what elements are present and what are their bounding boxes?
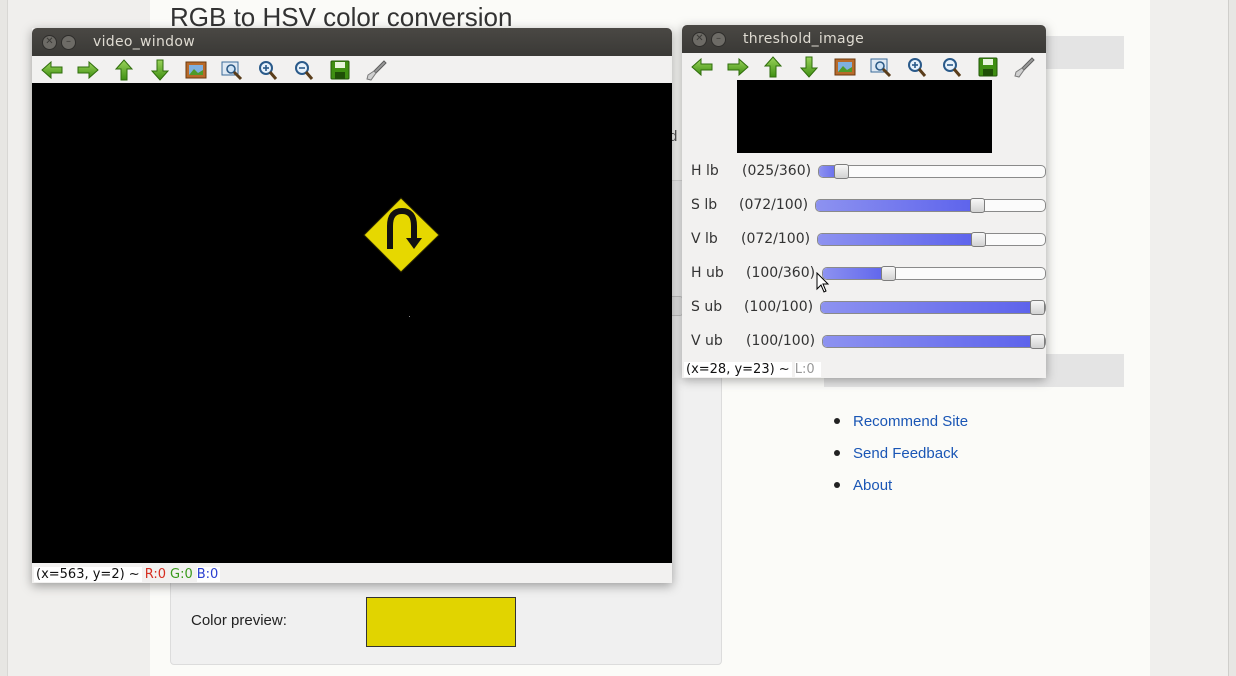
slider-fill	[821, 302, 1038, 313]
threshold-window-titlebar[interactable]: ✕ – threshold_image	[682, 25, 1046, 53]
threshold-window-toolbar	[682, 53, 1046, 81]
slider-value: (100/100)	[744, 299, 814, 315]
slider-track[interactable]	[822, 334, 1046, 349]
threshold-window-title: threshold_image	[743, 31, 865, 47]
slider-fill	[823, 336, 1038, 347]
s-lb-slider: S lb (072/100)	[682, 196, 1046, 216]
video-frame-canvas[interactable]	[32, 83, 672, 563]
arrow-right-icon[interactable]	[724, 54, 752, 80]
zoom-fit-icon[interactable]	[867, 54, 895, 80]
slider-label: S lb	[691, 197, 718, 213]
slider-track[interactable]	[822, 266, 1046, 281]
slider-track[interactable]	[817, 232, 1046, 247]
arrow-left-icon[interactable]	[38, 57, 66, 83]
arrow-up-icon[interactable]	[760, 54, 788, 80]
save-icon[interactable]	[974, 54, 1002, 80]
video-window-titlebar[interactable]: ✕ – video_window	[32, 28, 672, 56]
green-value: G:0	[170, 566, 193, 582]
image-icon[interactable]	[182, 57, 210, 83]
slider-value: (100/360)	[746, 265, 816, 281]
mouse-cursor-icon	[816, 272, 830, 293]
threshold-window-statusbar: (x=28, y=23) ~ L:0	[682, 360, 1046, 378]
close-icon[interactable]: ✕	[42, 34, 57, 50]
slider-track[interactable]	[820, 300, 1046, 315]
zoom-in-icon[interactable]	[903, 54, 931, 80]
about-link[interactable]: About	[834, 469, 968, 501]
minimize-icon[interactable]: –	[61, 34, 76, 50]
close-icon[interactable]: ✕	[692, 31, 707, 47]
arrow-down-icon[interactable]	[795, 54, 823, 80]
road-sign-image	[363, 197, 440, 317]
image-icon[interactable]	[831, 54, 859, 80]
color-preview-label: Color preview:	[191, 612, 287, 629]
slider-fill	[823, 268, 889, 279]
slider-label: S ub	[691, 299, 723, 315]
h-lb-slider: H lb (025/360)	[682, 162, 1046, 182]
slider-fill	[816, 200, 978, 211]
arrow-left-icon[interactable]	[688, 54, 716, 80]
zoom-fit-icon[interactable]	[218, 57, 246, 83]
video-window-title: video_window	[93, 34, 195, 50]
arrow-down-icon[interactable]	[146, 57, 174, 83]
page-right-border	[1228, 0, 1236, 676]
slider-handle[interactable]	[1030, 334, 1045, 349]
video-window-statusbar: (x=563, y=2) ~ R:0 G:0 B:0	[32, 565, 672, 583]
cursor-coordinates: (x=28, y=23) ~	[684, 361, 792, 377]
save-icon[interactable]	[326, 57, 354, 83]
slider-handle[interactable]	[834, 164, 849, 179]
v-lb-slider: V lb (072/100)	[682, 230, 1046, 250]
threshold-image-canvas[interactable]	[737, 80, 992, 153]
color-preview-swatch	[366, 597, 516, 647]
slider-fill	[818, 234, 979, 245]
slider-handle[interactable]	[970, 198, 985, 213]
slider-track[interactable]	[815, 198, 1046, 213]
v-ub-slider: V ub (100/100)	[682, 332, 1046, 352]
sidebar-link-list: Recommend Site Send Feedback About	[834, 405, 968, 501]
slider-label: V lb	[691, 231, 718, 247]
page-left-border	[0, 0, 8, 676]
slider-label: V ub	[691, 333, 723, 349]
zoom-in-icon[interactable]	[254, 57, 282, 83]
s-ub-slider: S ub (100/100)	[682, 298, 1046, 318]
slider-handle[interactable]	[971, 232, 986, 247]
video-window-toolbar	[32, 56, 672, 84]
luminance-value: L:0	[794, 361, 821, 377]
brush-icon[interactable]	[1010, 54, 1038, 80]
slider-track[interactable]	[818, 164, 1046, 179]
slider-value: (072/100)	[739, 197, 809, 213]
blue-value: B:0	[196, 566, 221, 582]
brush-icon[interactable]	[362, 57, 390, 83]
recommend-site-link[interactable]: Recommend Site	[834, 405, 968, 437]
zoom-out-icon[interactable]	[939, 54, 967, 80]
slider-value: (025/360)	[742, 163, 812, 179]
minimize-icon[interactable]: –	[711, 31, 726, 47]
threshold-window: ✕ – threshold_image H lb (025/360) S lb …	[682, 25, 1046, 378]
slider-value: (072/100)	[741, 231, 811, 247]
arrow-right-icon[interactable]	[74, 57, 102, 83]
h-ub-slider: H ub (100/360)	[682, 264, 1046, 284]
cursor-coordinates: (x=563, y=2) ~	[34, 566, 142, 582]
slider-label: H ub	[691, 265, 724, 281]
zoom-out-icon[interactable]	[290, 57, 318, 83]
slider-value: (100/100)	[746, 333, 816, 349]
red-value: R:0	[144, 566, 166, 582]
slider-handle[interactable]	[1030, 300, 1045, 315]
send-feedback-link[interactable]: Send Feedback	[834, 437, 968, 469]
video-window: ✕ – video_window (x=563, y=2) ~ R:0 G:0 …	[32, 28, 672, 583]
slider-handle[interactable]	[881, 266, 896, 281]
slider-label: H lb	[691, 163, 719, 179]
arrow-up-icon[interactable]	[110, 57, 138, 83]
